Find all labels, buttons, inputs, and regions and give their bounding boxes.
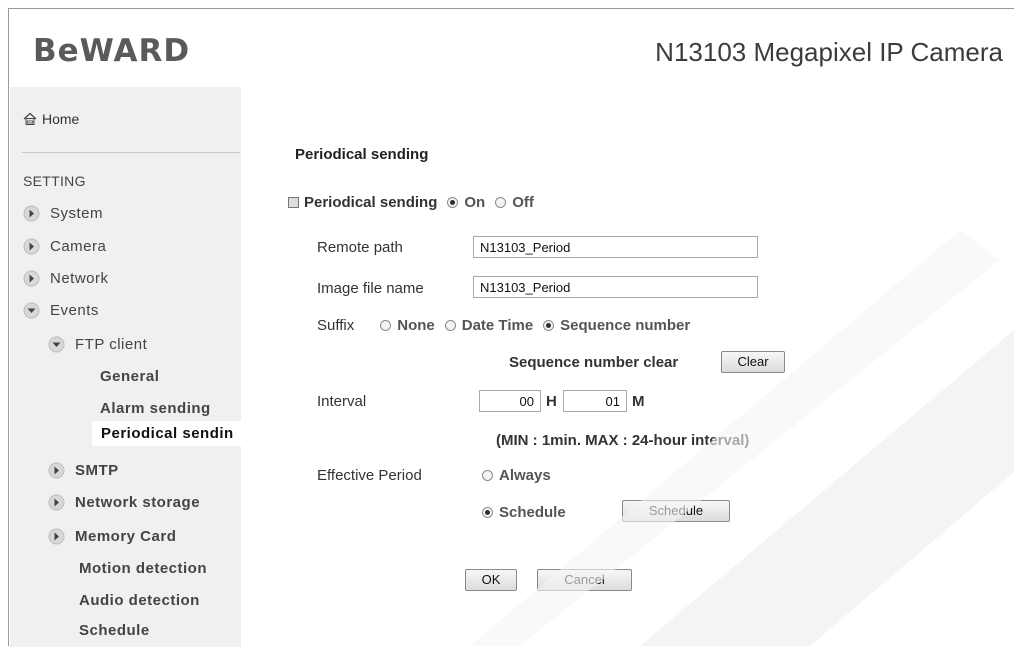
- suffix-sequence-radio[interactable]: [543, 320, 555, 331]
- sidebar-item-label: Audio detection: [79, 592, 200, 609]
- sidebar-item-label: Camera: [50, 238, 107, 255]
- sidebar-item-smtp[interactable]: SMTP: [48, 462, 119, 479]
- sidebar-item-label: Network: [50, 270, 109, 287]
- sidebar-item-general[interactable]: General: [100, 368, 159, 385]
- page-frame: BeWARD N13103 Megapixel IP Camera Home S…: [8, 8, 1014, 647]
- sidebar-item-label: Events: [50, 302, 99, 319]
- sidebar-item-camera[interactable]: Camera: [23, 238, 106, 255]
- model-title: N13103 Megapixel IP Camera: [655, 37, 1003, 67]
- sidebar-item-motion-detection[interactable]: Motion detection: [79, 560, 207, 577]
- sidebar-item-label: Motion detection: [79, 560, 207, 577]
- interval-minutes-input[interactable]: [563, 390, 627, 412]
- sequence-clear-label: Sequence number clear: [509, 354, 679, 371]
- sidebar-item-memory-card[interactable]: Memory Card: [48, 528, 176, 545]
- home-icon: [23, 112, 37, 125]
- on-label: On: [464, 194, 486, 211]
- sidebar-item-periodical-sending[interactable]: Periodical sendin: [92, 421, 251, 446]
- sidebar-item-label: Memory Card: [75, 528, 177, 545]
- enable-label: Periodical sending: [304, 194, 438, 211]
- chevron-right-icon: [48, 528, 65, 545]
- remote-path-input[interactable]: [473, 236, 758, 258]
- sidebar-item-label: Schedule: [79, 622, 150, 639]
- suffix-datetime-radio[interactable]: [444, 320, 456, 331]
- sidebar-item-audio-detection[interactable]: Audio detection: [79, 592, 200, 609]
- always-label: Always: [499, 467, 551, 484]
- interval-hours-input[interactable]: [479, 390, 541, 412]
- sidebar-item-label: SMTP: [75, 462, 119, 479]
- chevron-right-icon: [48, 494, 65, 511]
- sidebar-item-label: Periodical sendin: [101, 425, 234, 442]
- sidebar-divider: [22, 152, 240, 153]
- chevron-right-icon: [48, 462, 65, 479]
- sidebar-item-alarm-sending[interactable]: Alarm sending: [100, 400, 211, 417]
- periodical-sending-row: Periodical sending On Off: [288, 194, 534, 211]
- home-link[interactable]: Home: [23, 111, 79, 127]
- chevron-down-icon: [23, 302, 40, 319]
- image-file-name-label: Image file name: [317, 280, 424, 297]
- suffix-row: Suffix None Date Time Sequence number: [317, 317, 690, 334]
- header: BeWARD N13103 Megapixel IP Camera: [9, 9, 1014, 87]
- hours-unit: H: [546, 393, 557, 410]
- clear-button[interactable]: Clear: [721, 351, 785, 373]
- suffix-datetime-label: Date Time: [461, 317, 534, 334]
- schedule-button[interactable]: Schedule: [622, 500, 730, 522]
- enable-checkbox[interactable]: [288, 197, 299, 208]
- home-label: Home: [42, 111, 80, 127]
- always-row: Always: [482, 467, 551, 484]
- suffix-sequence-label: Sequence number: [560, 317, 691, 334]
- image-file-name-input[interactable]: [473, 276, 758, 298]
- always-radio[interactable]: [482, 470, 493, 481]
- sidebar-item-schedule[interactable]: Schedule: [79, 622, 150, 639]
- effective-period-label: Effective Period: [317, 467, 422, 484]
- main-content: Periodical sending Periodical sending On…: [241, 87, 1014, 647]
- remote-path-label: Remote path: [317, 239, 403, 256]
- sidebar-item-label: FTP client: [75, 336, 148, 353]
- schedule-row: Schedule: [482, 504, 566, 521]
- schedule-radio[interactable]: [482, 507, 493, 518]
- off-radio[interactable]: [495, 197, 507, 208]
- interval-label: Interval: [317, 393, 367, 410]
- cancel-button[interactable]: Cancel: [537, 569, 632, 591]
- sidebar-item-ftp-client[interactable]: FTP client: [48, 336, 147, 353]
- sidebar-item-label: Alarm sending: [100, 400, 211, 417]
- sidebar-item-label: General: [100, 368, 160, 385]
- interval-note: (MIN : 1min. MAX : 24-hour interval): [496, 432, 750, 449]
- chevron-right-icon: [23, 238, 40, 255]
- section-title: Periodical sending: [295, 146, 429, 163]
- on-radio[interactable]: [447, 197, 459, 208]
- suffix-label: Suffix: [317, 317, 355, 334]
- suffix-none-label: None: [397, 317, 435, 334]
- setting-heading: SETTING: [23, 173, 86, 189]
- ok-button[interactable]: OK: [465, 569, 517, 591]
- chevron-down-icon: [48, 336, 65, 353]
- beward-logo[interactable]: BeWARD: [33, 33, 190, 69]
- sidebar-item-label: System: [50, 205, 104, 222]
- suffix-none-radio[interactable]: [380, 320, 392, 331]
- chevron-right-icon: [23, 205, 40, 222]
- sidebar-item-system[interactable]: System: [23, 205, 103, 222]
- sidebar: Home SETTING System Camera Network Event…: [10, 87, 251, 647]
- schedule-label: Schedule: [499, 504, 566, 521]
- sidebar-item-events[interactable]: Events: [23, 302, 99, 319]
- sidebar-item-network[interactable]: Network: [23, 270, 109, 287]
- off-label: Off: [512, 194, 534, 211]
- minutes-unit: M: [632, 393, 645, 410]
- chevron-right-icon: [23, 270, 40, 287]
- sidebar-item-network-storage[interactable]: Network storage: [48, 494, 200, 511]
- sidebar-item-label: Network storage: [75, 494, 201, 511]
